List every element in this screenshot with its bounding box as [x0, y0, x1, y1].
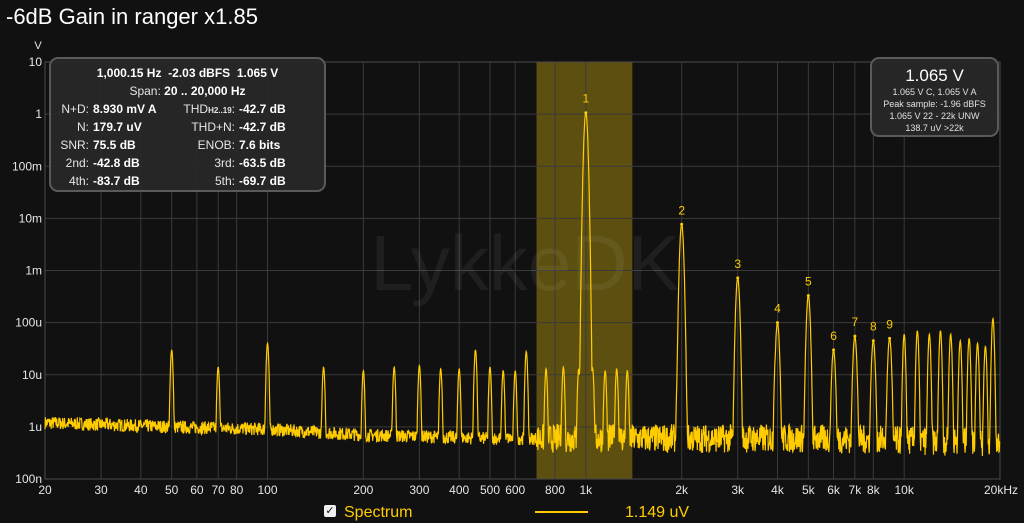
x-tick-label: 50 [165, 483, 179, 497]
span-line: Span: 20 .. 20,000 Hz [51, 84, 324, 98]
harmonic-label: 4 [774, 302, 781, 316]
legend-bar [0, 500, 1024, 523]
level-readout-main: 1.065 V [905, 66, 964, 85]
y-tick-label: 10m [19, 211, 42, 225]
harmonic-peak-point [832, 348, 836, 352]
harmonic-label: 9 [886, 317, 893, 331]
readout-line-3: 1.065 V 22 - 22k UNW [889, 111, 980, 121]
stat-value: 75.5 dB [93, 138, 136, 152]
y-tick-label: 10 [29, 55, 43, 69]
stat-label: THDH2..19: [183, 102, 235, 116]
page-title: -6dB Gain in ranger x1.85 [6, 4, 258, 29]
stat-label: THD+N: [161, 120, 235, 134]
fundamental-frequency: 1,000.15 Hz [96, 66, 162, 80]
measurement-panel: 1,000.15 Hz -2.03 dBFS 1.065 V Span: 20 … [49, 57, 326, 192]
harmonic-label: 1 [582, 92, 589, 106]
harmonic-label: 8 [870, 320, 877, 334]
harmonic-label: 7 [852, 315, 859, 329]
harmonic-peak-point [806, 294, 810, 298]
stat-value: -42.7 dB [239, 120, 286, 134]
x-tick-label: 2k [675, 483, 689, 497]
stat-label: 5th: [161, 174, 235, 188]
x-tick-label: 6k [827, 483, 841, 497]
x-tick-label: 20kHz [984, 483, 1018, 497]
stat-label-text: THD+N: [191, 120, 235, 134]
legend-trace-swatch [535, 511, 588, 513]
stat-label: 3rd: [161, 156, 235, 170]
x-tick-label: 10k [894, 483, 914, 497]
x-tick-label: 40 [134, 483, 148, 497]
y-axis-label: V [34, 40, 42, 52]
harmonic-peak-point [871, 339, 875, 343]
stat-value: 179.7 uV [93, 120, 142, 134]
fundamental-volts: 1.065 V [236, 66, 279, 80]
x-tick-label: 800 [545, 483, 565, 497]
legend-value: 1.149 uV [625, 504, 690, 521]
readout-line-4: 138.7 uV >22k [905, 123, 964, 133]
stat-label-text: 5th: [214, 174, 235, 188]
x-tick-label: 60 [190, 483, 204, 497]
y-tick-label: 100u [15, 316, 42, 330]
stat-value: -83.7 dB [93, 174, 140, 188]
span-value: 20 .. 20,000 Hz [164, 84, 246, 98]
y-tick-label: 1m [25, 264, 42, 278]
harmonic-label: 3 [734, 257, 741, 271]
stat-label-text: 3rd: [214, 156, 235, 170]
harmonic-peak-point [736, 276, 740, 280]
x-tick-label: 4k [771, 483, 785, 497]
x-tick-label: 400 [449, 483, 469, 497]
x-tick-label: 70 [212, 483, 226, 497]
stat-label: 4th: [68, 174, 89, 188]
span-label: Span: [129, 84, 161, 98]
x-tick-label: 100 [257, 483, 277, 497]
spectrum-checkbox-label[interactable]: Spectrum [344, 504, 412, 522]
x-tick-label: 30 [94, 483, 108, 497]
y-tick-label: 100m [12, 159, 42, 173]
watermark: LykkeDK [370, 219, 679, 307]
harmonic-peak-point [680, 222, 684, 226]
spectrum-checkbox[interactable]: ✓ [324, 505, 336, 517]
stat-label-subscript: H2..19 [208, 106, 232, 115]
stat-label: ENOB: [161, 138, 235, 152]
stat-label-text: ENOB: [197, 138, 235, 152]
stat-value: -69.7 dB [239, 174, 286, 188]
y-tick-label: 1u [29, 420, 42, 434]
stat-value: -42.7 dB [239, 102, 286, 116]
stat-label-text: THD [183, 102, 209, 116]
x-tick-label: 300 [409, 483, 429, 497]
stat-value: 8.930 mV A [93, 102, 157, 116]
harmonic-peak-point [775, 321, 779, 325]
harmonic-peak-point [584, 111, 588, 115]
x-tick-label: 80 [230, 483, 244, 497]
x-tick-label: 1k [579, 483, 593, 497]
x-tick-label: 5k [802, 483, 816, 497]
stat-value: -42.8 dB [93, 156, 140, 170]
x-tick-label: 8k [867, 483, 881, 497]
level-readout-panel: 1.065 V 1.065 V C, 1.065 V A Peak sample… [870, 57, 999, 137]
stat-label: 2nd: [65, 156, 89, 170]
x-tick-label: 20 [38, 483, 52, 497]
y-tick-label: 1 [35, 107, 42, 121]
x-tick-label: 500 [480, 483, 500, 497]
x-tick-label: 600 [505, 483, 525, 497]
harmonic-label: 2 [678, 203, 685, 217]
stat-value: 7.6 bits [239, 138, 281, 152]
harmonic-label: 5 [805, 275, 812, 289]
x-tick-label: 200 [353, 483, 373, 497]
x-tick-label: 7k [849, 483, 863, 497]
harmonic-label: 6 [830, 329, 837, 343]
y-tick-label: 10u [22, 368, 42, 382]
stat-label: N+D: [61, 102, 89, 116]
stat-value: -63.5 dB [239, 156, 286, 170]
readout-line-2: Peak sample: -1.96 dBFS [883, 99, 986, 109]
harmonic-peak-point [888, 336, 892, 340]
harmonic-peak-point [853, 334, 857, 338]
stat-label: SNR: [60, 138, 89, 152]
fundamental-line: 1,000.15 Hz -2.03 dBFS 1.065 V [51, 66, 324, 80]
readout-line-1: 1.065 V C, 1.065 V A [892, 87, 977, 97]
stat-label: N: [77, 120, 89, 134]
x-tick-label: 3k [731, 483, 745, 497]
fundamental-dbfs: -2.03 dBFS [168, 66, 231, 80]
